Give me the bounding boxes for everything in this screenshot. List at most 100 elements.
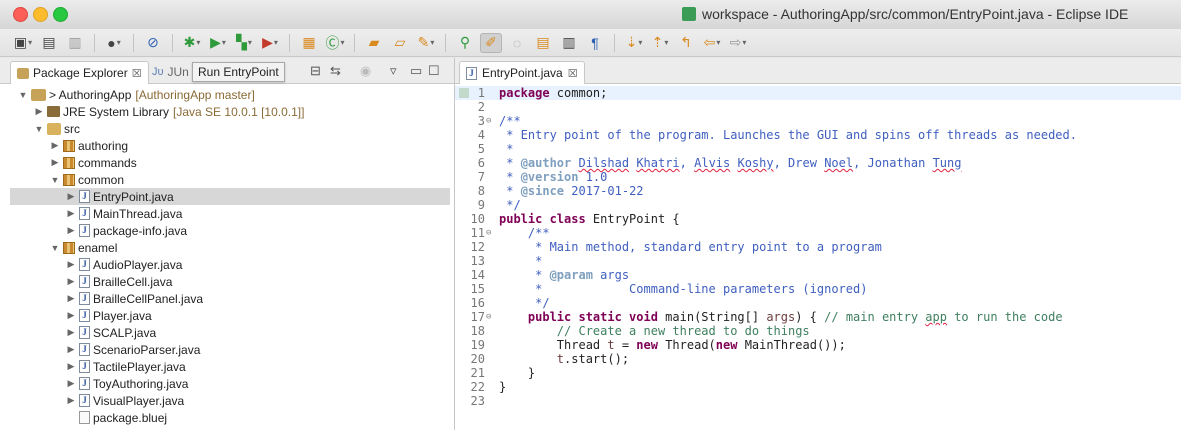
search-icon[interactable]: ✎ ▾ xyxy=(415,33,437,53)
tree-item[interactable]: ▶ J AudioPlayer.java xyxy=(0,256,454,273)
tree-item[interactable]: ▶ authoring xyxy=(0,137,454,154)
minimize-window-button[interactable] xyxy=(33,7,48,22)
code-line[interactable]: 2 xyxy=(455,100,1181,114)
focus-icon[interactable]: ◉ xyxy=(360,63,371,79)
code-line[interactable]: 8 * @since 2017-01-22 xyxy=(455,184,1181,198)
close-icon[interactable]: ☒ xyxy=(132,67,142,80)
fold-toggle-icon[interactable]: ⊖ xyxy=(486,226,491,240)
collapse-all-icon[interactable]: ⊟ xyxy=(310,63,321,79)
code-line[interactable]: 22} xyxy=(455,380,1181,394)
code-line[interactable]: 10 public class EntryPoint { xyxy=(455,212,1181,226)
link-with-editor-icon[interactable]: ⇆ xyxy=(330,63,341,79)
expand-right-icon[interactable]: ▶ xyxy=(66,208,76,219)
avatar-icon[interactable]: ● ▾ xyxy=(103,33,125,53)
new-icon[interactable]: ▣ ▾ xyxy=(12,33,34,53)
expand-right-icon[interactable]: ▶ xyxy=(66,293,76,304)
code-line[interactable]: 1 package common; xyxy=(455,86,1181,100)
code-line[interactable]: 11 ⊖ /** xyxy=(455,226,1181,240)
view-menu-icon[interactable]: ▿ xyxy=(390,63,397,79)
save-all-icon[interactable]: ▥ xyxy=(64,33,86,53)
code-line[interactable]: 21 } xyxy=(455,366,1181,380)
tree-item[interactable]: ▶ J ToyAuthoring.java xyxy=(0,375,454,392)
expand-right-icon[interactable]: ▶ xyxy=(66,327,76,338)
tree-item[interactable]: ▼ enamel xyxy=(0,239,454,256)
close-icon[interactable]: ☒ xyxy=(568,67,578,80)
tree-item[interactable]: ▶ J EntryPoint.java xyxy=(10,188,450,205)
tree-item[interactable]: ▶ commands xyxy=(0,154,454,171)
expand-down-icon[interactable]: ▼ xyxy=(18,90,28,100)
minimize-icon[interactable]: ▭ xyxy=(410,63,422,79)
expand-right-icon[interactable]: ▶ xyxy=(66,395,76,406)
expand-right-icon[interactable]: ▶ xyxy=(50,157,60,168)
tree-item[interactable]: ▼ src xyxy=(0,120,454,137)
tab-junit[interactable]: Jᴜ JUn xyxy=(146,61,195,83)
pilcrow-icon[interactable]: ¶ xyxy=(584,33,606,53)
skip-breakpoints-icon[interactable]: ⊘ xyxy=(142,33,164,53)
tab-package-explorer[interactable]: Package Explorer ☒ xyxy=(10,61,149,84)
tree-item[interactable]: ▶ J BrailleCell.java xyxy=(0,273,454,290)
tree-item[interactable]: package.bluej xyxy=(0,409,454,426)
highlight-icon[interactable]: ✐ xyxy=(480,32,502,53)
tree-item[interactable]: ▶ J BrailleCellPanel.java xyxy=(0,290,454,307)
last-edit-icon[interactable]: ↰ xyxy=(675,33,697,53)
next-annotation-icon[interactable]: ▤ xyxy=(532,33,554,53)
tree-item[interactable]: ▶ J ScenarioParser.java xyxy=(0,341,454,358)
code-line[interactable]: 19 Thread t = new Thread(new MainThread(… xyxy=(455,338,1181,352)
tree-item[interactable]: ▶ J TactilePlayer.java xyxy=(0,358,454,375)
tree-item[interactable]: ▶ J SCALP.java xyxy=(0,324,454,341)
expand-right-icon[interactable]: ▶ xyxy=(66,344,76,355)
code-line[interactable]: 4 * Entry point of the program. Launches… xyxy=(455,128,1181,142)
tree-item[interactable]: ▶ Jpackage-info.java xyxy=(0,222,454,239)
expand-right-icon[interactable]: ▶ xyxy=(66,191,76,202)
expand-down-icon[interactable]: ▼ xyxy=(50,175,60,185)
next-edit-icon[interactable]: ⇣ ▾ xyxy=(623,33,645,53)
tree-item[interactable]: ▼ common xyxy=(0,171,454,188)
close-window-button[interactable] xyxy=(13,7,28,22)
expand-down-icon[interactable]: ▼ xyxy=(34,124,44,134)
code-line[interactable]: 5 * xyxy=(455,142,1181,156)
coverage-icon[interactable]: ▚ ▾ xyxy=(233,33,255,53)
new-package-icon[interactable]: ▦ xyxy=(298,33,320,53)
expand-right-icon[interactable]: ▶ xyxy=(66,361,76,372)
expand-right-icon[interactable]: ▶ xyxy=(66,225,76,236)
tree-item[interactable]: ▶ J VisualPlayer.java xyxy=(0,392,454,409)
expand-right-icon[interactable]: ▶ xyxy=(66,378,76,389)
code-line[interactable]: 16 */ xyxy=(455,296,1181,310)
code-line[interactable]: 20 t.start(); xyxy=(455,352,1181,366)
expand-right-icon[interactable]: ▶ xyxy=(66,259,76,270)
tree-item[interactable]: ▶ JRE System Library [Java SE 10.0.1 [10.0… xyxy=(0,103,454,120)
code-line[interactable]: 18 // Create a new thread to do things xyxy=(455,324,1181,338)
new-class-icon[interactable]: Ⓒ ▾ xyxy=(324,33,346,53)
code-line[interactable]: 13 * xyxy=(455,254,1181,268)
toggle-mark-occurrences-icon[interactable]: ⚲ xyxy=(454,33,476,53)
code-line[interactable]: 9 */ xyxy=(455,198,1181,212)
prev-annotation-icon[interactable]: ▥ xyxy=(558,33,580,53)
code-line[interactable]: 7 * @version 1.0 xyxy=(455,170,1181,184)
tree-item[interactable]: ▶ J Player.java xyxy=(0,307,454,324)
open-folder-icon[interactable]: ▰ xyxy=(363,33,385,53)
tab-entrypoint-java[interactable]: J EntryPoint.java ☒ xyxy=(459,61,585,84)
run-icon[interactable]: ▶ ▾ xyxy=(207,33,229,53)
zoom-window-button[interactable] xyxy=(53,7,68,22)
maximize-icon[interactable]: ☐ xyxy=(428,63,440,79)
prev-edit-icon[interactable]: ⇡ ▾ xyxy=(649,33,671,53)
back-icon[interactable]: ⇦ ▾ xyxy=(701,33,723,53)
code-editor[interactable]: 1 package common; 2 3 ⊖/** 4 * Entry point of… xyxy=(455,84,1181,408)
code-line[interactable]: 23 xyxy=(455,394,1181,408)
open-type-icon[interactable]: ▱ xyxy=(389,33,411,53)
code-line[interactable]: 14 * @param args xyxy=(455,268,1181,282)
tree-item[interactable]: ▶ J MainThread.java xyxy=(0,205,454,222)
forward-icon[interactable]: ⇨ ▾ xyxy=(727,33,749,53)
code-line[interactable]: 17 ⊖ public static void main(String[] arg… xyxy=(455,310,1181,324)
expand-right-icon[interactable]: ▶ xyxy=(66,276,76,287)
code-line[interactable]: 6 * @author Dilshad Khatri, Alvis Koshy,… xyxy=(455,156,1181,170)
fold-toggle-icon[interactable]: ⊖ xyxy=(486,114,491,128)
external-tools-icon[interactable]: ▶ ▾ xyxy=(259,33,281,53)
show-whitespace-icon[interactable]: ◌ xyxy=(506,33,528,53)
expand-right-icon[interactable]: ▶ xyxy=(66,310,76,321)
fold-toggle-icon[interactable]: ⊖ xyxy=(486,310,491,324)
debug-icon[interactable]: ✱ ▾ xyxy=(181,33,203,53)
expand-right-icon[interactable]: ▶ xyxy=(34,106,44,117)
save-icon[interactable]: ▤ xyxy=(38,33,60,53)
tree-item[interactable]: ▼ > AuthoringApp [AuthoringApp master] xyxy=(0,86,454,103)
